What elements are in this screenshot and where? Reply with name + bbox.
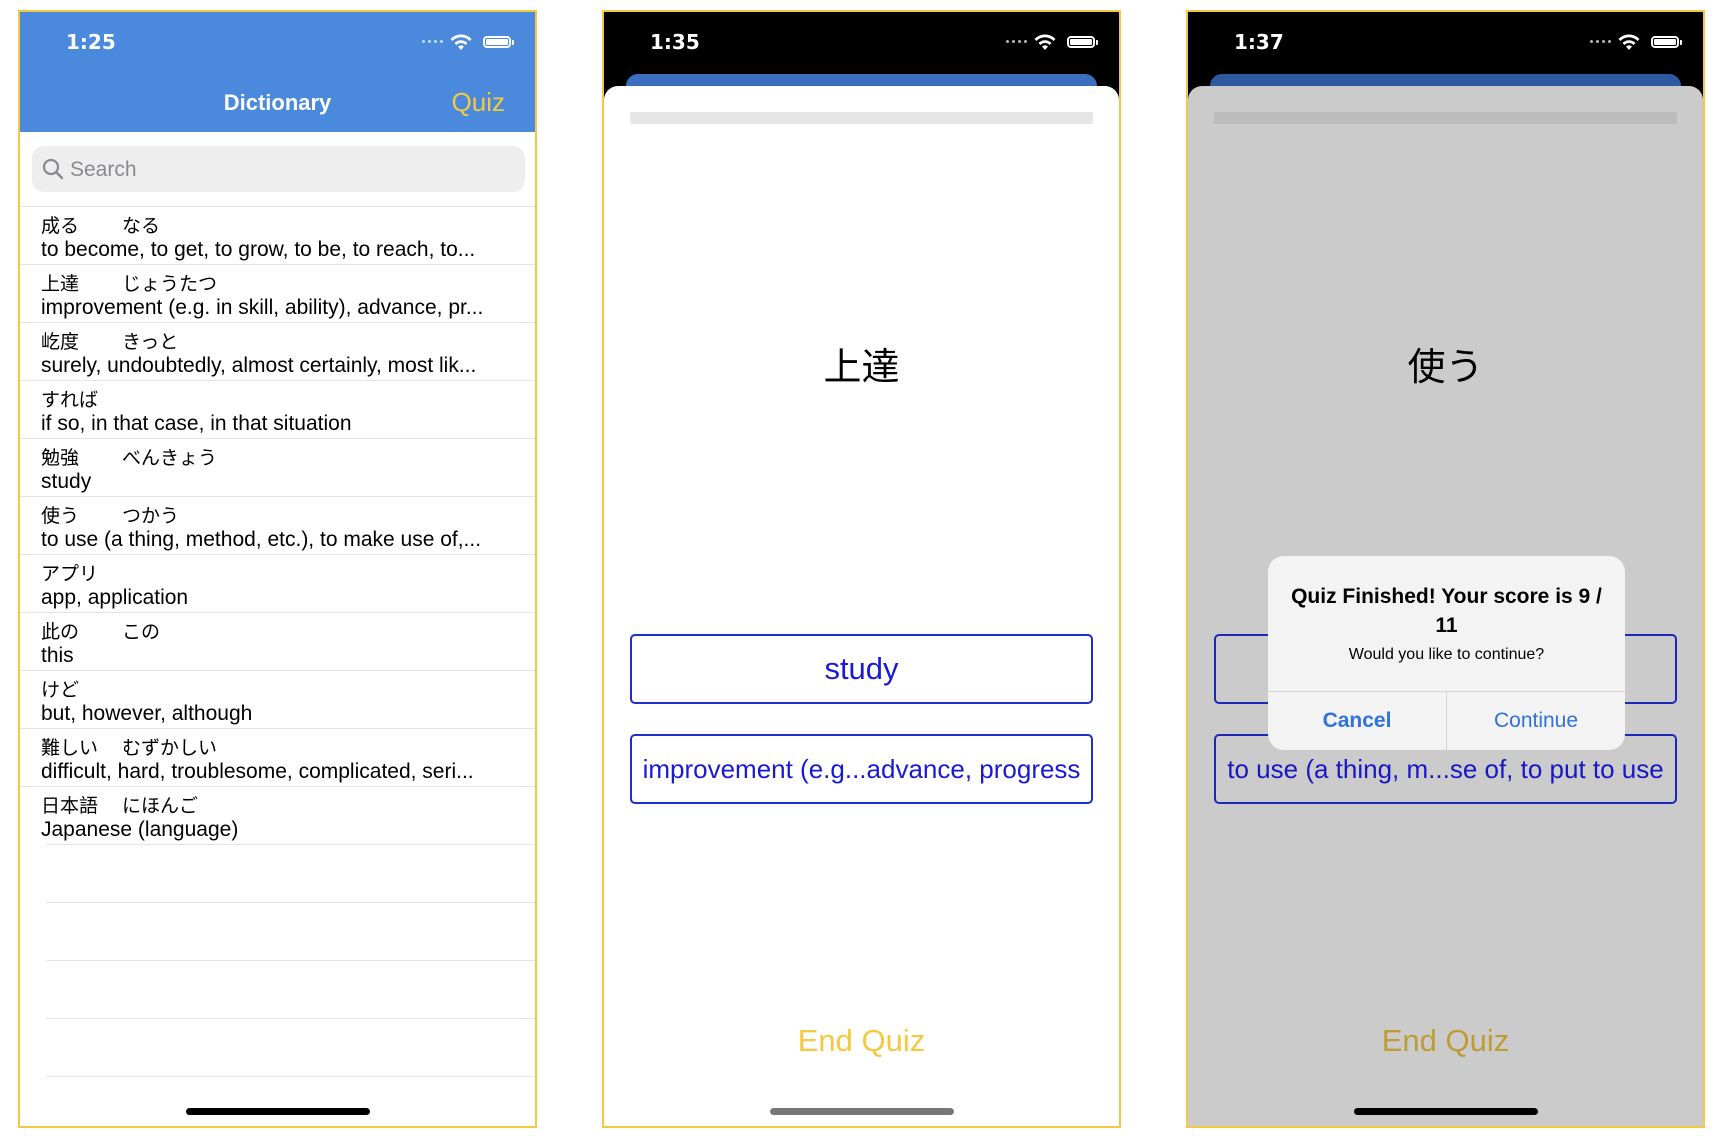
- quiz-sheet: 使う study to use (a thing, m...se of, to …: [1188, 86, 1703, 1126]
- word-meaning: Japanese (language): [41, 818, 239, 841]
- home-indicator[interactable]: [769, 1108, 954, 1115]
- continue-button[interactable]: Continue: [1447, 692, 1625, 750]
- word-reading: べんきょう: [122, 447, 218, 469]
- signal-icon: [422, 40, 443, 43]
- list-item[interactable]: 使う つかう to use (a thing, method, etc.), to …: [20, 496, 535, 554]
- word-kanji: 此の: [41, 621, 80, 643]
- list-item[interactable]: 勉強 べんきょう study: [20, 438, 535, 496]
- word-meaning: difficult, hard, troublesome, complicate…: [41, 760, 474, 783]
- list-item[interactable]: 日本語 にほんご Japanese (language): [20, 786, 535, 844]
- word-meaning: if so, in that case, in that situation: [41, 412, 352, 435]
- cancel-button[interactable]: Cancel: [1268, 692, 1447, 750]
- word-kanji: 勉強: [41, 447, 80, 469]
- word-meaning: to use (a thing, method, etc.), to make …: [41, 528, 482, 551]
- word-kanji: すれば: [41, 389, 99, 411]
- word-meaning: this: [41, 644, 74, 667]
- alert-actions: Cancel Continue: [1268, 691, 1625, 750]
- quiz-screen: 1:35 上達 study improvement (e.g...advance…: [602, 10, 1121, 1128]
- status-bar: 1:25: [20, 12, 535, 72]
- word-reading: にほんご: [122, 795, 199, 817]
- list-item[interactable]: 屹度 きっと surely, undoubtedly, almost certain…: [20, 322, 535, 380]
- quiz-sheet: 上達 study improvement (e.g...advance, pro…: [604, 86, 1119, 1126]
- word-meaning: to become, to get, to grow, to be, to re…: [41, 238, 476, 261]
- word-kanji: アプリ: [41, 563, 99, 585]
- word-reading: つかう: [122, 505, 180, 527]
- signal-icon: [1590, 40, 1611, 43]
- quiz-button[interactable]: Quiz: [452, 87, 505, 118]
- word-kanji: 日本語: [41, 795, 99, 817]
- list-item[interactable]: 此の この this: [20, 612, 535, 670]
- list-item[interactable]: 上達 じょうたつ improvement (e.g. in skill, abili…: [20, 264, 535, 322]
- empty-list-row: [46, 1018, 535, 1076]
- search-icon: [42, 158, 64, 180]
- alert-title: Quiz Finished! Your score is 9 / 11: [1291, 585, 1602, 637]
- navigation-bar: 1:25 Dictionary Quiz: [20, 12, 535, 132]
- word-kanji: 使う: [41, 505, 80, 527]
- signal-icon: [1006, 40, 1027, 43]
- wifi-icon: [1618, 34, 1640, 50]
- battery-icon: [483, 36, 514, 48]
- word-kanji: 上達: [41, 273, 80, 295]
- word-meaning: app, application: [41, 586, 189, 609]
- quiz-progress-bar: [630, 112, 1093, 124]
- empty-list-row: [46, 960, 535, 1018]
- home-indicator[interactable]: [185, 1108, 370, 1115]
- list-item[interactable]: 成る なる to become, to get, to grow, to be, t…: [20, 206, 535, 264]
- end-quiz-button[interactable]: End Quiz: [604, 1023, 1119, 1059]
- word-reading: じょうたつ: [122, 273, 218, 295]
- search-placeholder: Search: [70, 158, 137, 181]
- dictionary-screen: 1:25 Dictionary Quiz Search 成る なる to becom…: [18, 10, 537, 1128]
- home-indicator[interactable]: [1353, 1108, 1538, 1115]
- word-list: 成る なる to become, to get, to grow, to be, t…: [20, 206, 535, 1126]
- word-reading: きっと: [122, 331, 179, 353]
- answer-button-1[interactable]: study: [630, 634, 1093, 704]
- word-meaning: improvement (e.g. in skill, ability), ad…: [41, 296, 484, 319]
- list-item[interactable]: けど but, however, although: [20, 670, 535, 728]
- status-time: 1:37: [1234, 30, 1284, 54]
- empty-list-row: [46, 902, 535, 960]
- word-meaning: study: [41, 470, 92, 493]
- wifi-icon: [450, 34, 472, 50]
- wifi-icon: [1034, 34, 1056, 50]
- word-kanji: 難しい: [41, 737, 99, 759]
- search-input[interactable]: Search: [32, 146, 525, 192]
- empty-list-row: [46, 1076, 535, 1126]
- battery-icon: [1651, 36, 1682, 48]
- quiz-word: 上達: [823, 345, 900, 389]
- word-kanji: けど: [41, 679, 80, 701]
- status-bar: 1:37: [1188, 12, 1703, 72]
- battery-icon: [1067, 36, 1098, 48]
- quiz-word: 使う: [1407, 345, 1484, 389]
- word-meaning: surely, undoubtedly, almost certainly, m…: [41, 354, 477, 377]
- status-bar: 1:35: [604, 12, 1119, 72]
- answer-button-2[interactable]: improvement (e.g...advance, progress: [630, 734, 1093, 804]
- list-item[interactable]: 難しい むずかしい difficult, hard, troublesome, co…: [20, 728, 535, 786]
- list-item[interactable]: アプリ app, application: [20, 554, 535, 612]
- word-kanji: 屹度: [41, 331, 80, 353]
- empty-list-row: [46, 844, 535, 902]
- quiz-finished-alert: Quiz Finished! Your score is 9 / 11 Woul…: [1268, 556, 1625, 750]
- quiz-finished-screen: 1:37 使う study to use (a thing, m...se of…: [1186, 10, 1705, 1128]
- word-reading: むずかしい: [122, 737, 218, 759]
- list-item[interactable]: すれば if so, in that case, in that situatio…: [20, 380, 535, 438]
- status-time: 1:35: [650, 30, 700, 54]
- word-reading: この: [122, 621, 161, 643]
- word-kanji: 成る: [41, 215, 80, 237]
- word-meaning: but, however, although: [41, 702, 253, 725]
- word-reading: なる: [122, 215, 161, 237]
- status-time: 1:25: [66, 30, 116, 54]
- end-quiz-button[interactable]: End Quiz: [1188, 1023, 1703, 1059]
- quiz-progress-bar: [1214, 112, 1677, 124]
- alert-message: Would you like to continue?: [1348, 646, 1545, 663]
